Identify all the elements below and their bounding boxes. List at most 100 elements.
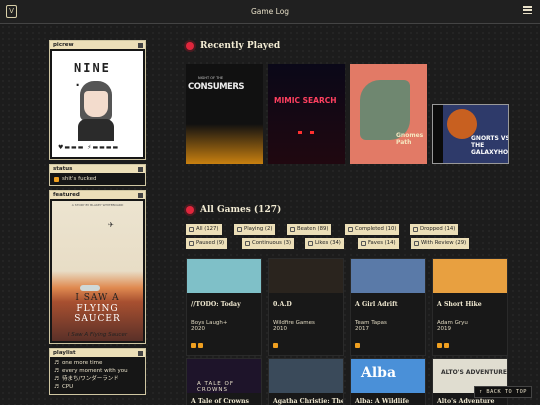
filter-playing[interactable]: Playing (2) — [234, 224, 276, 235]
filter-beaten[interactable]: Beaten (89) — [287, 224, 332, 235]
game-status-icons — [433, 343, 507, 348]
filter-icon — [290, 227, 295, 232]
music-note-icon: ♬ — [54, 376, 59, 382]
widget-title: picrew — [53, 42, 74, 48]
filter-icon — [308, 241, 313, 246]
game-status-icons — [187, 343, 261, 348]
all-games-header: All Games (127) — [186, 205, 281, 215]
close-icon[interactable] — [138, 42, 143, 48]
cover-title: MIMIC SEARCH — [274, 96, 337, 105]
music-note-icon: ♬ — [54, 384, 59, 390]
game-card[interactable]: 0.A.D Wildfire Games 2010 — [268, 258, 344, 356]
featured-top-text: A STORY BY BLAKEY WHITEBOARD — [71, 203, 124, 207]
widget-title: featured — [53, 192, 80, 198]
game-status-icons — [351, 343, 425, 348]
game-cover — [187, 259, 261, 293]
game-year: 2017 — [355, 326, 369, 332]
game-card[interactable]: A Short Hike Adam Gryu 2019 — [432, 258, 508, 356]
recent-cover-mimic-search[interactable]: MIMIC SEARCH — [268, 64, 345, 164]
section-title: Recently Played — [200, 41, 281, 51]
game-title: //TODO: Today — [191, 301, 241, 308]
game-title: Alto's Adventure — [437, 398, 495, 405]
filter-continuous[interactable]: Continuous (3) — [242, 238, 295, 249]
filter-paused[interactable]: Paused (9) — [186, 238, 228, 249]
music-note-icon: ♬ — [54, 368, 59, 374]
site-logo-icon[interactable]: V — [6, 5, 17, 18]
game-cover: A TALE OF CROWNS — [187, 359, 261, 393]
game-year: 2019 — [437, 326, 451, 332]
recently-played-header: Recently Played — [186, 41, 280, 51]
hamburger-menu-icon[interactable] — [523, 6, 532, 14]
game-cover — [269, 359, 343, 393]
status-emoji-icon — [54, 176, 59, 182]
sidebar: picrew NINE ... ♥▬▬▬ ⚡▬▬▬▬ status shit's… — [49, 40, 146, 399]
cover-title: CONSUMERS — [188, 82, 245, 92]
featured-cover[interactable]: A STORY BY BLAKEY WHITEBOARD ✈ I SAW A F… — [52, 201, 143, 341]
game-year: 2020 — [191, 326, 205, 332]
game-title: A Tale of Crowns — [191, 398, 249, 405]
filter-icon — [348, 227, 353, 232]
game-title: Agatha Christie: The — [273, 398, 343, 405]
page-title: Game Log — [250, 7, 290, 16]
widget-title: status — [53, 166, 73, 172]
picrew-image: NINE ... ♥▬▬▬ ⚡▬▬▬▬ — [52, 51, 143, 157]
filter-likes[interactable]: Likes (34) — [305, 238, 344, 249]
widget-title: playlist — [53, 350, 76, 356]
recent-cover-gnomes-path[interactable]: Gnomes Path — [350, 64, 427, 164]
playlist-item[interactable]: ♬ every moment with you — [54, 367, 141, 375]
section-dot-icon — [186, 42, 194, 50]
filter-dropped[interactable]: Dropped (14) — [410, 224, 459, 235]
status-widget: status shit's fucked — [49, 164, 146, 186]
recent-cover-gnorts[interactable]: GNORTS VS THE GALAXYHOLES — [432, 104, 509, 164]
status-text: shit's fucked — [62, 176, 97, 182]
game-cover — [433, 259, 507, 293]
game-title: A Girl Adrift — [355, 301, 398, 308]
game-status-icons — [269, 343, 343, 348]
recent-cover-consumers[interactable]: NIGHT OF THE CONSUMERS — [186, 64, 263, 164]
cover-title: GNORTS VS THE GALAXYHOLES — [471, 135, 509, 156]
featured-caption: I Saw A Flying Saucer — [67, 332, 128, 338]
playlist-widget: playlist ♬ one more time ♬ every moment wi… — [49, 348, 146, 395]
close-icon[interactable] — [138, 192, 143, 198]
game-cover: Alba — [351, 359, 425, 393]
filter-with-review[interactable]: With Review (29) — [411, 238, 470, 249]
ufo-icon: ✈ — [108, 221, 114, 229]
close-icon[interactable] — [138, 350, 143, 356]
filter-icon — [245, 241, 250, 246]
playlist-item[interactable]: ♬ one more time — [54, 359, 141, 367]
close-icon[interactable] — [138, 166, 143, 172]
featured-title-line2: FLYING SAUCER — [74, 304, 121, 324]
game-cover — [269, 259, 343, 293]
cover-title: Gnomes Path — [396, 132, 424, 146]
filter-icon — [361, 241, 366, 246]
filter-icon — [237, 227, 242, 232]
cover-subtitle: NIGHT OF THE — [198, 76, 224, 80]
game-title: 0.A.D — [273, 301, 292, 308]
game-card[interactable]: //TODO: Today Boys Laugh+ 2020 — [186, 258, 262, 356]
featured-title-line1: I SAW A — [75, 293, 120, 303]
game-title: Alba: A Wildlife — [355, 398, 410, 405]
section-title: All Games (127) — [200, 205, 282, 215]
game-year: 2010 — [273, 326, 287, 332]
filter-completed[interactable]: Completed (10) — [345, 224, 400, 235]
game-cover — [351, 259, 425, 293]
filter-icon — [189, 227, 194, 232]
game-card[interactable]: Alba Alba: A Wildlife — [350, 358, 426, 405]
filter-icon — [413, 227, 418, 232]
game-card[interactable]: A Girl Adrift Team Tapas 2017 — [350, 258, 426, 356]
game-title: A Short Hike — [437, 301, 482, 308]
section-dot-icon — [186, 206, 194, 214]
music-note-icon: ♬ — [54, 360, 59, 366]
playlist-item[interactable]: ♬ 待まち/ワンダーランド — [54, 375, 141, 383]
filter-faves[interactable]: Faves (14) — [358, 238, 399, 249]
featured-widget: featured A STORY BY BLAKEY WHITEBOARD ✈ … — [49, 190, 146, 344]
filter-all[interactable]: All (127) — [186, 224, 222, 235]
game-card[interactable]: A TALE OF CROWNS A Tale of Crowns — [186, 358, 262, 405]
picrew-icons: ♥▬▬▬ ⚡▬▬▬▬ — [58, 144, 120, 151]
back-to-top-button[interactable]: ↑ BACK TO TOP — [474, 386, 532, 398]
game-card[interactable]: Agatha Christie: The — [268, 358, 344, 405]
car-icon — [80, 285, 100, 291]
playlist-item[interactable]: ♬ CPU — [54, 383, 141, 391]
filter-icon — [189, 241, 194, 246]
picrew-widget: picrew NINE ... ♥▬▬▬ ⚡▬▬▬▬ — [49, 40, 146, 160]
